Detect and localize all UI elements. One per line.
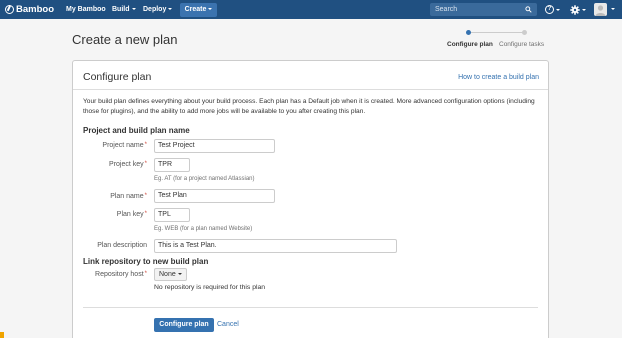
search-input[interactable]: Search: [430, 3, 537, 16]
divider: [83, 307, 538, 308]
bamboo-logo-icon: [5, 5, 14, 14]
cancel-link[interactable]: Cancel: [217, 321, 239, 328]
logo-text: Bamboo: [16, 4, 54, 15]
project-name-field[interactable]: Test Project: [154, 139, 275, 153]
settings-menu[interactable]: [570, 4, 586, 15]
required-marker: *: [144, 211, 147, 217]
help-menu[interactable]: ?: [545, 4, 560, 15]
repository-note: No repository is required for this plan: [154, 284, 266, 291]
configure-plan-button[interactable]: Configure plan: [154, 318, 214, 332]
nav-my-bamboo-label: My Bamboo: [66, 6, 106, 13]
bamboo-logo[interactable]: Bamboo: [5, 3, 54, 16]
plan-key-label-text: Plan key: [116, 211, 144, 218]
search-icon[interactable]: [525, 6, 532, 13]
how-to-create-plan-link[interactable]: How to create a build plan: [458, 74, 539, 81]
user-icon: [595, 5, 606, 16]
step-dot-inactive: [522, 29, 527, 35]
project-name-label-text: Project name: [102, 142, 144, 149]
repository-host-label-text: Repository host: [95, 271, 144, 278]
configure-plan-card: Configure plan How to create a build pla…: [72, 60, 549, 338]
plan-key-hint: Eg. WEB (for a plan named Website): [154, 226, 253, 232]
nav-deploy-menu[interactable]: Deploy: [143, 0, 173, 19]
project-key-field[interactable]: TPR: [154, 158, 190, 172]
section-heading-repository: Link repository to new build plan: [83, 257, 209, 266]
chevron-down-icon: [208, 8, 213, 11]
chevron-down-icon: [177, 273, 182, 276]
corner-marker: [0, 332, 4, 338]
plan-description-label: Plan description: [97, 242, 147, 249]
chevron-down-icon[interactable]: [611, 8, 615, 10]
chevron-down-icon: [168, 8, 173, 11]
repository-host-value: None: [159, 271, 176, 278]
wizard-steps: Configure plan Configure tasks: [443, 26, 553, 54]
plan-key-label: Plan key*: [117, 211, 147, 218]
nav-my-bamboo[interactable]: My Bamboo: [66, 0, 106, 19]
user-avatar[interactable]: [594, 3, 607, 16]
plan-description-field[interactable]: This is a Test Plan.: [154, 239, 397, 253]
divider: [73, 89, 548, 90]
nav-build-label: Build: [112, 6, 130, 13]
search-placeholder: Search: [435, 6, 458, 13]
required-marker: *: [144, 193, 147, 199]
step-configure-tasks: Configure tasks: [499, 41, 545, 48]
plan-description-text: Your build plan defines everything about…: [83, 98, 535, 115]
question-circle-icon: ?: [545, 5, 554, 14]
top-nav-bar: Bamboo My Bamboo Build Deploy Create Sea…: [0, 0, 622, 19]
plan-name-field[interactable]: Test Plan: [154, 189, 275, 203]
repository-host-select[interactable]: None: [154, 268, 187, 281]
chevron-down-icon: [582, 8, 586, 11]
nav-build-menu[interactable]: Build: [112, 0, 136, 19]
step-progress-line: [468, 31, 523, 33]
required-marker: *: [144, 142, 147, 148]
plan-key-field[interactable]: TPL: [154, 208, 190, 222]
create-button-label: Create: [184, 6, 207, 13]
plan-name-label: Plan name*: [110, 193, 147, 200]
repository-host-label: Repository host*: [95, 271, 147, 278]
step-dot-active: [466, 29, 471, 35]
section-heading-project: Project and build plan name: [83, 126, 190, 135]
plan-name-label-text: Plan name: [110, 193, 144, 200]
nav-deploy-label: Deploy: [143, 6, 167, 13]
page-title: Create a new plan: [72, 32, 178, 47]
project-key-label: Project key*: [109, 161, 147, 168]
required-marker: *: [144, 271, 147, 277]
step-configure-plan: Configure plan: [447, 41, 493, 48]
card-title: Configure plan: [83, 71, 152, 83]
gear-icon: [570, 4, 580, 15]
create-button[interactable]: Create: [180, 3, 217, 17]
required-marker: *: [144, 161, 147, 167]
project-key-hint: Eg. AT (for a project named Atlassian): [154, 176, 255, 182]
chevron-down-icon: [131, 8, 136, 11]
project-name-label: Project name*: [102, 142, 147, 149]
chevron-down-icon: [556, 8, 560, 11]
project-key-label-text: Project key: [109, 161, 144, 168]
